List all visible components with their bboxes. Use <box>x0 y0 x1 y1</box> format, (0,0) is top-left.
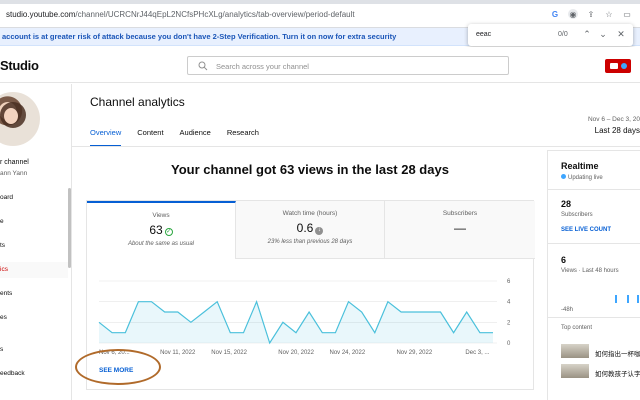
share-icon[interactable]: ⇪ <box>586 9 596 19</box>
channel-search-input[interactable]: Search across your channel <box>187 56 509 75</box>
realtime-panel: Realtime Updating live 28 Subscribers SE… <box>547 150 640 400</box>
find-next-icon[interactable]: ⌄ <box>598 29 608 39</box>
y-tick-label: 6 <box>507 279 511 285</box>
realtime-subscribers-label: Subscribers <box>561 212 593 218</box>
realtime-subscribers-value: 28 <box>561 199 572 209</box>
metric-label: Views <box>152 212 170 219</box>
realtime-title: Realtime <box>561 161 599 171</box>
sidebar-item-dashboard[interactable]: oard <box>0 190 68 206</box>
summary-headline: Your channel got 63 views in the last 28… <box>171 162 449 177</box>
realtime-views-value: 6 <box>561 255 567 265</box>
url-host: studio.youtube.com <box>6 10 76 19</box>
realtime-bar <box>627 295 629 303</box>
x-tick-label: Nov 29, 2022 <box>396 350 432 356</box>
see-live-count-link[interactable]: SEE LIVE COUNT <box>561 227 611 233</box>
x-tick-label: Nov 24, 2022 <box>329 350 365 356</box>
find-close-icon[interactable]: ✕ <box>616 29 626 39</box>
sidebar-item-comments[interactable]: ents <box>0 286 68 302</box>
y-tick-label: 2 <box>507 320 511 326</box>
extension-icon[interactable]: ◉ <box>568 9 578 19</box>
top-content-title[interactable]: 如何指出一杯咖 <box>595 348 640 358</box>
search-icon <box>198 61 208 71</box>
x-tick-label: Nov 20, 2022 <box>278 350 314 356</box>
annotation-circle <box>75 349 161 385</box>
top-content-title[interactable]: 如何教孩子认字 <box>595 368 640 378</box>
date-range-picker[interactable]: Nov 6 – Dec 3, 20 Last 28 days <box>588 116 640 135</box>
down-arrow-icon: ↓ <box>315 227 324 235</box>
realtime-bar-chart <box>561 291 640 303</box>
warning-text[interactable]: account is at greater risk of attack bec… <box>2 32 396 41</box>
google-icon[interactable]: G <box>550 9 560 19</box>
sidebar-item-subtitles[interactable]: es <box>0 310 68 326</box>
x-tick-label: Nov 11, 2022 <box>160 350 196 356</box>
tab-research[interactable]: Research <box>227 128 259 147</box>
y-tick-label: 4 <box>507 300 511 306</box>
video-thumbnail[interactable] <box>561 364 589 378</box>
metric-tab-watch-time[interactable]: Watch time (hours) 0.6 ↓ 23% less than pr… <box>236 201 385 259</box>
browser-tab-strip <box>0 0 640 4</box>
metric-value: — <box>454 221 466 235</box>
url-path: /channel/UCRCNrJ44qEpL2NCfsPHcXLg/analyt… <box>75 10 355 19</box>
sidebar-item-feedback[interactable]: eedback <box>0 366 68 382</box>
date-range-dates: Nov 6 – Dec 3, 20 <box>587 116 640 123</box>
sidebar-item-analytics[interactable]: ics <box>0 262 68 278</box>
metric-note: About the same as usual <box>127 241 195 247</box>
sidebar-item-settings[interactable]: s <box>0 342 68 358</box>
metric-label: Subscribers <box>442 210 478 217</box>
bookmark-star-icon[interactable]: ☆ <box>604 9 614 19</box>
metric-value: 63 ✓ <box>149 223 173 237</box>
tabs-divider <box>72 146 640 147</box>
metric-value: 0.6 ↓ <box>236 221 384 235</box>
channel-avatar[interactable] <box>0 92 40 146</box>
video-thumbnail[interactable] <box>561 344 589 358</box>
live-dot-icon <box>561 174 566 179</box>
metric-tab-subscribers[interactable]: Subscribers — <box>385 201 535 259</box>
sidebar-item-content[interactable]: e <box>0 214 68 230</box>
sidebar: r channel ann Yann oard e ts ics ents es… <box>0 84 72 400</box>
metric-label: Watch time (hours) <box>282 210 338 217</box>
search-placeholder: Search across your channel <box>216 62 309 71</box>
realtime-axis-label: -48h <box>561 307 574 313</box>
channel-subtitle: ann Yann <box>0 170 28 177</box>
tab-overview[interactable]: Overview <box>90 128 122 147</box>
create-button[interactable] <box>605 59 631 73</box>
live-status: Updating live <box>561 174 603 181</box>
sidebar-toggle-icon[interactable]: ▭ <box>622 9 632 19</box>
tab-content[interactable]: Content <box>137 128 163 147</box>
realtime-views-label: Views · Last 48 hours <box>561 268 619 274</box>
metric-tab-views[interactable]: Views 63 ✓ About the same as usual <box>87 201 236 259</box>
video-camera-icon <box>610 63 618 69</box>
sidebar-item-playlists[interactable]: ts <box>0 238 68 254</box>
find-input[interactable]: eeac <box>476 31 491 38</box>
x-tick-label: Nov 15, 2022 <box>211 350 247 356</box>
find-count: 0/0 <box>558 31 568 38</box>
page-title: Channel analytics <box>90 95 185 109</box>
browser-toolbar-icons: G ◉ ⇪ ☆ ▭ <box>550 9 632 19</box>
realtime-bar <box>615 295 617 303</box>
analytics-tabs: Overview Content Audience Research <box>90 128 275 147</box>
sidebar-scrollbar[interactable] <box>68 188 71 268</box>
check-circle-icon: ✓ <box>164 228 173 236</box>
studio-header: Studio Search across your channel <box>0 47 640 83</box>
find-previous-icon[interactable]: ⌃ <box>582 29 592 39</box>
x-tick-label: Dec 3, ... <box>465 350 489 356</box>
top-content-label: Top content <box>561 325 593 331</box>
tab-audience[interactable]: Audience <box>180 128 211 147</box>
date-range-label: Last 28 days <box>594 126 640 135</box>
views-chart: 0246Nov 6, 20... Nov 11, 2022 Nov 15, 2022… <box>98 279 511 356</box>
studio-logo[interactable]: Studio <box>0 58 39 73</box>
metric-note: 23% less than previous 28 days <box>267 239 353 245</box>
realtime-bar <box>637 295 639 303</box>
url-field[interactable]: studio.youtube.com/channel/UCRCNrJ44qEpL… <box>6 10 355 19</box>
find-in-page-bar: eeac 0/0 ⌃ ⌄ ✕ <box>468 24 633 46</box>
y-tick-label: 0 <box>507 341 511 347</box>
notification-dot <box>621 63 627 69</box>
channel-name: r channel <box>0 159 29 166</box>
